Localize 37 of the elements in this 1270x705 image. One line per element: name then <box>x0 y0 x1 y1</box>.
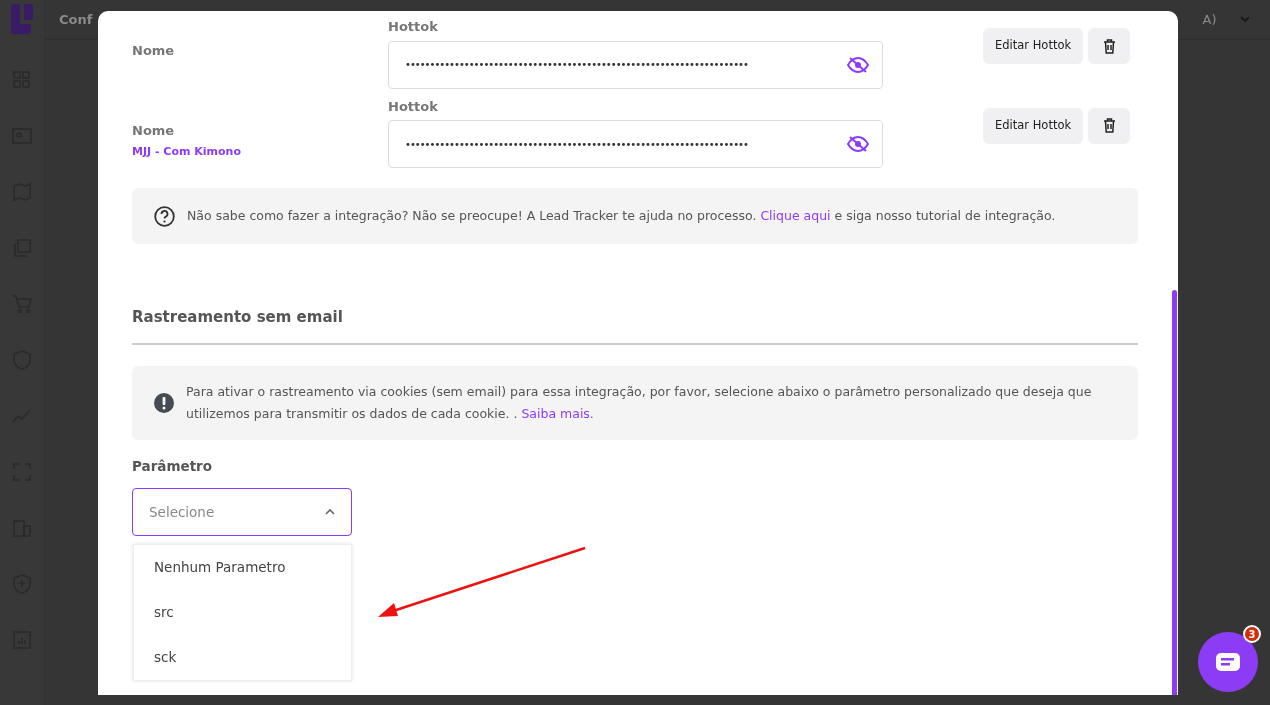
page-title: Conf <box>59 10 93 29</box>
trash-icon <box>1102 118 1116 133</box>
chevron-icon <box>325 508 335 516</box>
dropdown-option[interactable]: src <box>134 589 351 635</box>
help-icon <box>154 205 175 227</box>
scrollbar-thumb[interactable] <box>1172 290 1177 695</box>
delete-button[interactable] <box>1088 107 1131 144</box>
help-text: Não sabe como fazer a integração? Não se preocupe! A Lead Tracker te ajuda no processo. Clique aqui e siga nosso tutorial de integração. <box>187 206 1056 225</box>
section-title: Rastreamento sem email <box>132 306 1138 345</box>
name-value: MJJ - Com Kimono <box>132 144 242 160</box>
trash-icon <box>1102 38 1116 54</box>
account-name: A) <box>1202 10 1217 29</box>
eye-slash-icon[interactable] <box>847 56 869 73</box>
exclamation-icon <box>154 392 174 413</box>
hottok-field[interactable]: •••••••••••••••••••••••••••••••••••••••••••••••••••••••••••••••••••••• <box>388 40 883 89</box>
logo-icon[interactable] <box>10 4 34 34</box>
tutorial-link[interactable]: Clique aqui <box>760 207 831 223</box>
dropdown-option[interactable]: sck <box>134 634 351 680</box>
field-label: Nome <box>132 121 176 140</box>
hottok-field[interactable]: •••••••••••••••••••••••••••••••••••••••••••••••••••••••••••••••••••••• <box>388 120 883 168</box>
chevron-down-icon[interactable] <box>1240 16 1250 23</box>
edit-button[interactable]: Editar Hottok <box>983 28 1084 64</box>
field-label: Parâmetro <box>132 456 214 476</box>
field-label: Nome <box>132 42 176 60</box>
field-label: Hottok <box>388 97 439 116</box>
eye-slash-icon[interactable] <box>847 136 869 152</box>
warning-text: Para ativar o rastreamento via cookies (sem email) para essa integração, por favor, selecione abaixo o parâmetro personalizado que deseja que utilizemos para transmitir os dados de cada cookie. . Saiba mais. <box>186 383 1093 423</box>
parameter-select[interactable]: Selecione <box>132 487 352 536</box>
placeholder-text: Selecione <box>149 502 215 522</box>
edit-button[interactable]: Editar Hottok <box>983 107 1084 144</box>
chat-icon <box>1216 653 1240 671</box>
delete-button[interactable] <box>1088 28 1131 64</box>
field-label: Hottok <box>388 18 439 36</box>
chat-button[interactable] <box>1198 632 1258 692</box>
learn-more-link[interactable]: Saiba mais. <box>521 405 594 421</box>
notification-count: 3 <box>1243 625 1261 643</box>
dropdown-option[interactable]: Nenhum Parametro <box>134 544 351 590</box>
